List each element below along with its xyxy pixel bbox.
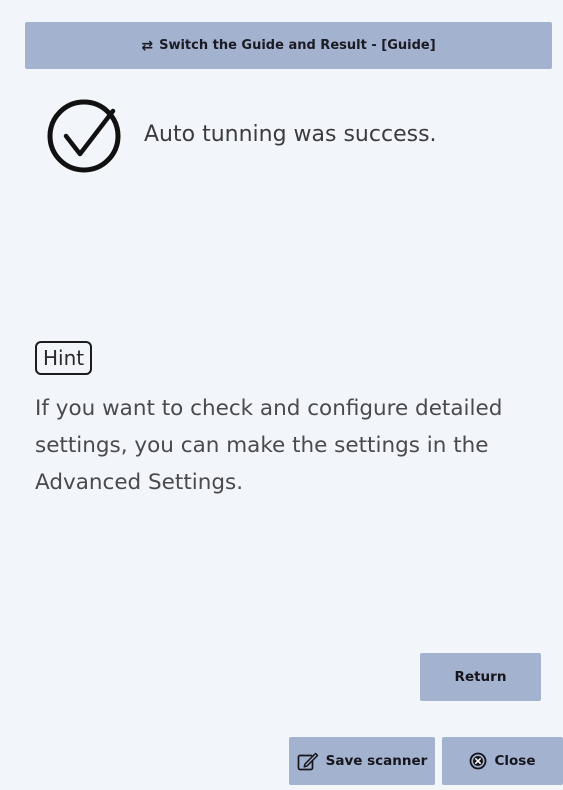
save-scanner-label: Save scanner [325,753,428,769]
close-circle-icon [469,752,487,770]
switch-guide-result-label: Switch the Guide and Result - [Guide] [159,38,436,53]
hint-badge: Hint [35,341,93,375]
close-button[interactable]: Close [442,737,563,785]
return-button-label: Return [454,669,507,685]
hint-text: If you want to check and configure detai… [35,396,503,495]
switch-guide-result-button[interactable]: ⇄ Switch the Guide and Result - [Guide] [25,22,552,69]
save-scanner-button[interactable]: Save scanner [289,737,435,785]
result-message: Auto tunning was success. [144,122,437,147]
close-label: Close [494,753,536,769]
return-button[interactable]: Return [420,653,541,701]
edit-icon [297,751,319,771]
swap-arrows-icon: ⇄ [141,37,154,54]
check-circle-icon [47,99,121,173]
